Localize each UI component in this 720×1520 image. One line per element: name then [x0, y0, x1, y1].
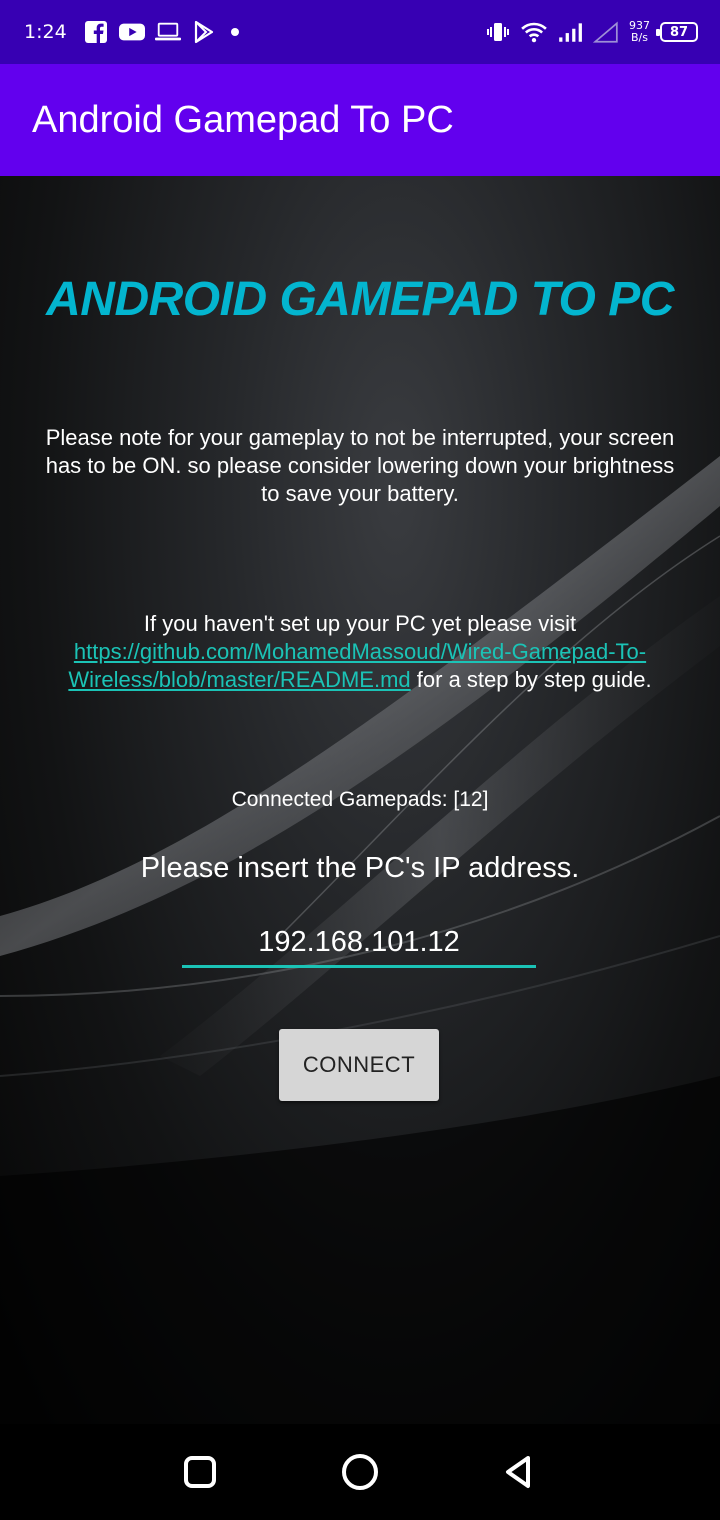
setup-suffix: for a step by step guide.	[416, 667, 652, 692]
status-bar: 1:24 937 B/s 87	[0, 0, 720, 64]
back-icon[interactable]	[498, 1450, 542, 1494]
setup-prefix: If you haven't set up your PC yet please…	[143, 611, 577, 636]
notice-text: Please note for your gameplay to not be …	[45, 425, 675, 506]
facebook-icon	[83, 20, 109, 44]
ip-prompt: Please insert the PC's IP address.	[140, 852, 580, 884]
notification-dot	[230, 28, 239, 36]
youtube-icon	[118, 20, 145, 44]
battery-icon: 87	[656, 22, 698, 42]
hero-title: ANDROID GAMEPAD TO PC	[46, 273, 674, 326]
status-left: 1:24	[24, 20, 239, 44]
play-store-icon	[191, 20, 217, 44]
net-speed-unit: B/s	[631, 31, 648, 44]
home-icon[interactable]	[338, 1450, 382, 1494]
setup-instructions: If you haven't set up your PC yet please…	[40, 610, 680, 694]
status-time: 1:24	[24, 21, 67, 43]
vibrate-icon	[485, 20, 511, 44]
net-speed: 937 B/s	[629, 20, 650, 44]
wifi-icon	[521, 20, 547, 44]
recents-icon[interactable]	[178, 1450, 222, 1494]
app-bar: Android Gamepad To PC	[0, 64, 720, 176]
battery-level: 87	[669, 24, 689, 40]
app-title: Android Gamepad To PC	[32, 98, 454, 141]
connected-gamepads: Connected Gamepads: [12]	[231, 788, 489, 811]
content-inner: ANDROID GAMEPAD TO PC Please note for yo…	[0, 176, 720, 1424]
navigation-bar	[0, 1424, 720, 1520]
connect-button[interactable]: CONNECT	[279, 1029, 439, 1101]
signal-icon	[557, 20, 583, 44]
main-content: ANDROID GAMEPAD TO PC Please note for yo…	[0, 176, 720, 1424]
signal-empty-icon	[593, 20, 619, 44]
ip-address-input[interactable]	[182, 920, 536, 968]
laptop-icon	[154, 20, 181, 44]
status-right: 937 B/s 87	[485, 20, 698, 44]
